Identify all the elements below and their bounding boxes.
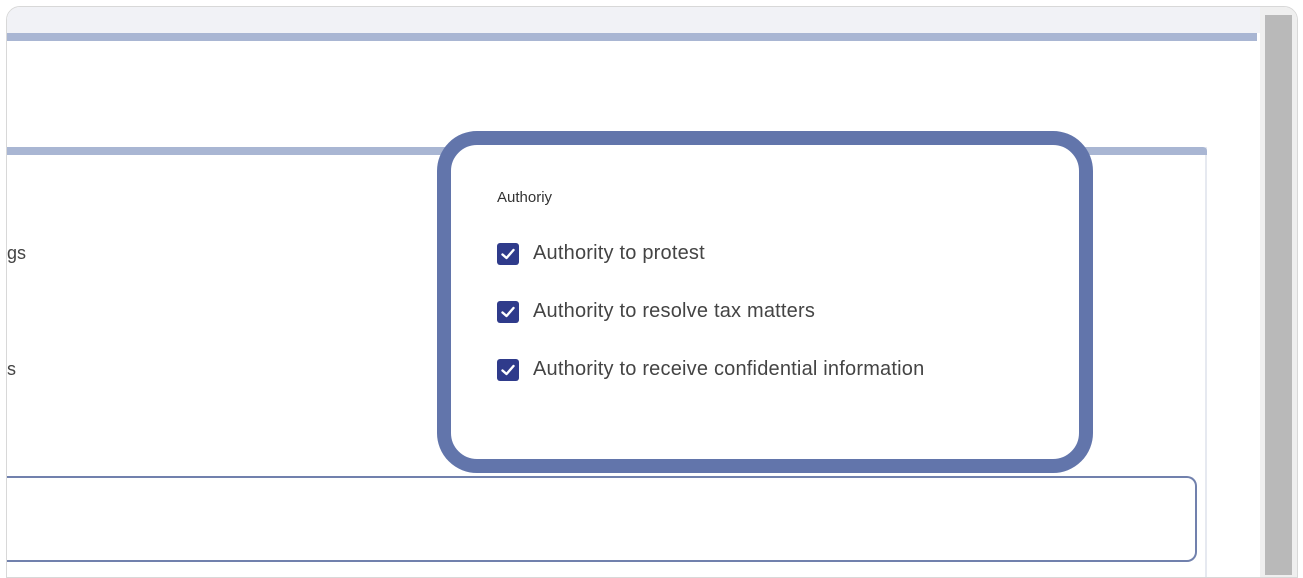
authority-option-label: Authority to protest xyxy=(533,242,705,264)
authority-option-label: Authority to receive confidential inform… xyxy=(533,358,925,380)
authority-option-resolve-tax[interactable]: Authority to resolve tax matters xyxy=(497,300,815,323)
top-band xyxy=(7,7,1262,33)
authority-section-title: Authoriy xyxy=(497,189,553,206)
checkbox-checked-icon[interactable] xyxy=(497,242,519,265)
scrollbar-thumb[interactable] xyxy=(1265,15,1292,575)
vertical-scrollbar[interactable] xyxy=(1260,7,1297,577)
checkbox-checked-icon[interactable] xyxy=(497,300,519,323)
authority-option-protest[interactable]: Authority to protest xyxy=(497,242,705,265)
clipped-label-1: gs xyxy=(7,243,27,263)
text-input-field[interactable] xyxy=(7,476,1197,562)
top-accent-bar xyxy=(7,33,1257,41)
checkbox-checked-icon[interactable] xyxy=(497,358,519,381)
clipped-label-2: s xyxy=(7,359,16,379)
authority-option-label: Authority to resolve tax matters xyxy=(533,300,816,322)
authority-option-confidential-info[interactable]: Authority to receive confidential inform… xyxy=(497,358,924,381)
